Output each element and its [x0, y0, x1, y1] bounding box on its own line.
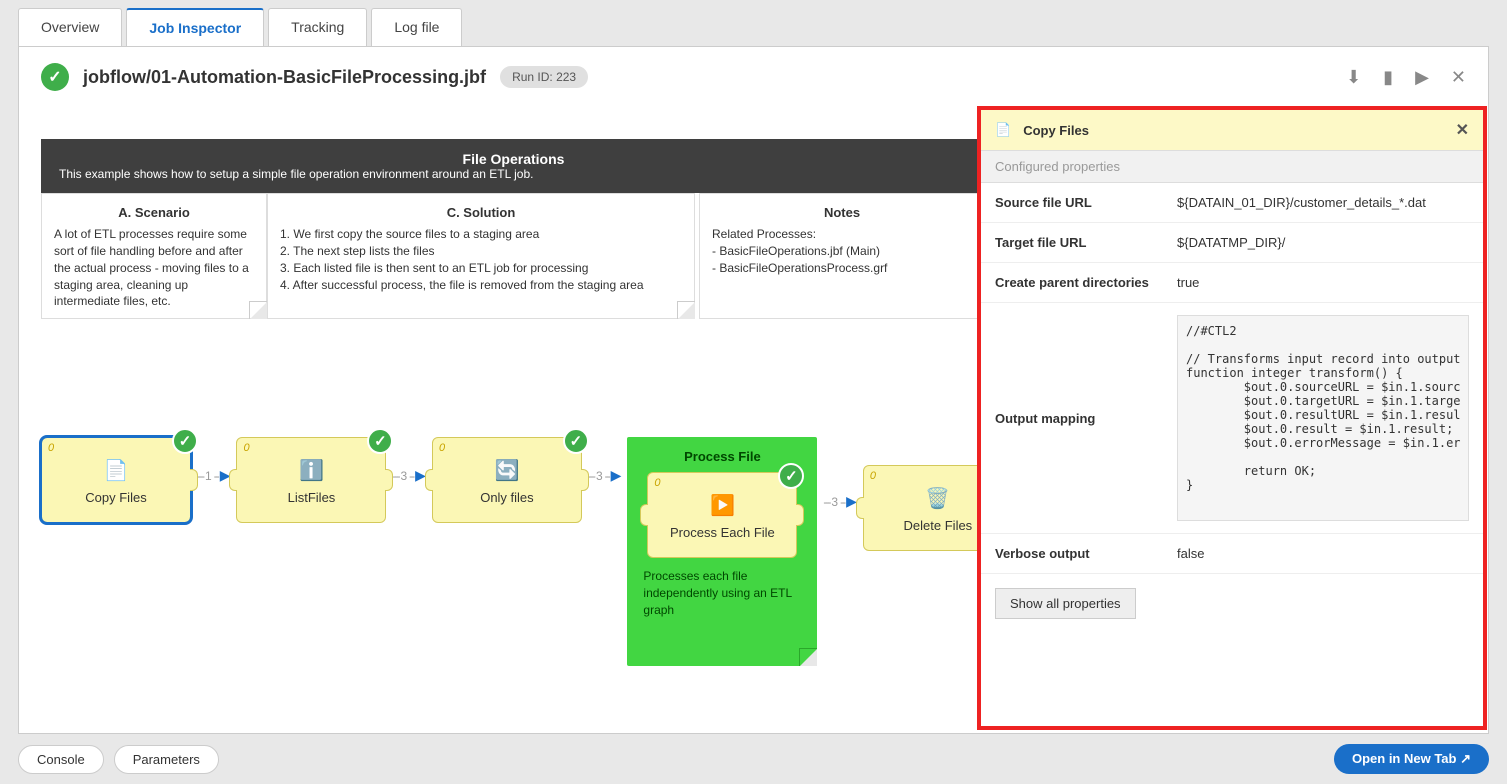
node-process-file-group[interactable]: Process File 0✓ ▶️ Process Each File Pro… — [627, 437, 817, 666]
prop-source-url: Source file URL${DATAIN_01_DIR}/customer… — [981, 183, 1483, 223]
prop-target-url: Target file URL${DATATMP_DIR}/ — [981, 223, 1483, 263]
node-only-files[interactable]: 0✓ 🔄 Only files — [432, 437, 582, 523]
note-solution: C. Solution 1. We first copy the source … — [267, 193, 695, 319]
check-icon: ✓ — [778, 463, 804, 489]
play-icon: ▶️ — [707, 491, 737, 521]
check-icon: ✓ — [367, 428, 393, 454]
check-icon: ✓ — [563, 428, 589, 454]
edge: ---3--▶ — [823, 493, 856, 510]
trash-icon: 🗑️ — [923, 484, 953, 514]
tab-overview[interactable]: Overview — [18, 8, 122, 46]
play-icon[interactable]: ▶ — [1415, 67, 1429, 88]
panel-title: Copy Files — [1023, 123, 1089, 138]
banner: File Operations This example shows how t… — [41, 139, 986, 193]
edge: ---3--▶ — [588, 467, 621, 484]
copy-icon: 📄 — [101, 456, 131, 486]
document-icon[interactable]: ▮ — [1383, 67, 1393, 88]
job-header: ✓ jobflow/01-Automation-BasicFileProcess… — [19, 47, 1488, 107]
job-title: jobflow/01-Automation-BasicFileProcessin… — [83, 67, 486, 88]
tab-tracking[interactable]: Tracking — [268, 8, 367, 46]
show-all-properties-button[interactable]: Show all properties — [995, 588, 1136, 619]
run-id-badge: Run ID: 223 — [500, 66, 588, 88]
download-icon[interactable]: ⬇ — [1346, 67, 1361, 88]
console-button[interactable]: Console — [18, 745, 104, 774]
node-list-files[interactable]: 0✓ ℹ️ ListFiles — [236, 437, 386, 523]
info-icon: ℹ️ — [296, 456, 326, 486]
panel-header: 📄 Copy Files ✕ — [981, 110, 1483, 150]
filter-icon: 🔄 — [492, 456, 522, 486]
prop-create-parent: Create parent directoriestrue — [981, 263, 1483, 303]
close-icon[interactable]: ✕ — [1451, 67, 1466, 88]
note-notes: Notes Related Processes: - BasicFileOper… — [699, 193, 985, 319]
node-copy-files[interactable]: 0 ✓ 📄 Copy Files — [41, 437, 191, 523]
code-editor[interactable]: //#CTL2 // Transforms input record into … — [1177, 315, 1469, 521]
parameters-button[interactable]: Parameters — [114, 745, 219, 774]
prop-verbose: Verbose outputfalse — [981, 534, 1483, 574]
check-icon: ✓ — [172, 428, 198, 454]
banner-title: File Operations — [59, 151, 968, 167]
close-icon[interactable]: ✕ — [1456, 120, 1469, 140]
edge: ---1--▶ — [197, 467, 230, 484]
bottom-bar: Console Parameters Open in New Tab ↗ — [18, 744, 1489, 774]
edge: ---3--▶ — [392, 467, 425, 484]
note-scenario: A. Scenario A lot of ETL processes requi… — [41, 193, 267, 319]
properties-panel: 📄 Copy Files ✕ Configured properties Sou… — [977, 106, 1487, 730]
panel-section-header: Configured properties — [981, 150, 1483, 183]
banner-subtitle: This example shows how to setup a simple… — [59, 167, 968, 181]
success-icon: ✓ — [41, 63, 69, 91]
tab-job-inspector[interactable]: Job Inspector — [126, 8, 264, 46]
tab-log-file[interactable]: Log file — [371, 8, 462, 46]
open-in-new-tab-button[interactable]: Open in New Tab ↗ — [1334, 744, 1489, 774]
copy-files-icon: 📄 — [995, 122, 1011, 138]
node-process-each-file[interactable]: 0✓ ▶️ Process Each File — [647, 472, 797, 558]
prop-output-mapping: Output mapping //#CTL2 // Transforms inp… — [981, 303, 1483, 534]
tab-bar: Overview Job Inspector Tracking Log file — [0, 0, 1507, 46]
